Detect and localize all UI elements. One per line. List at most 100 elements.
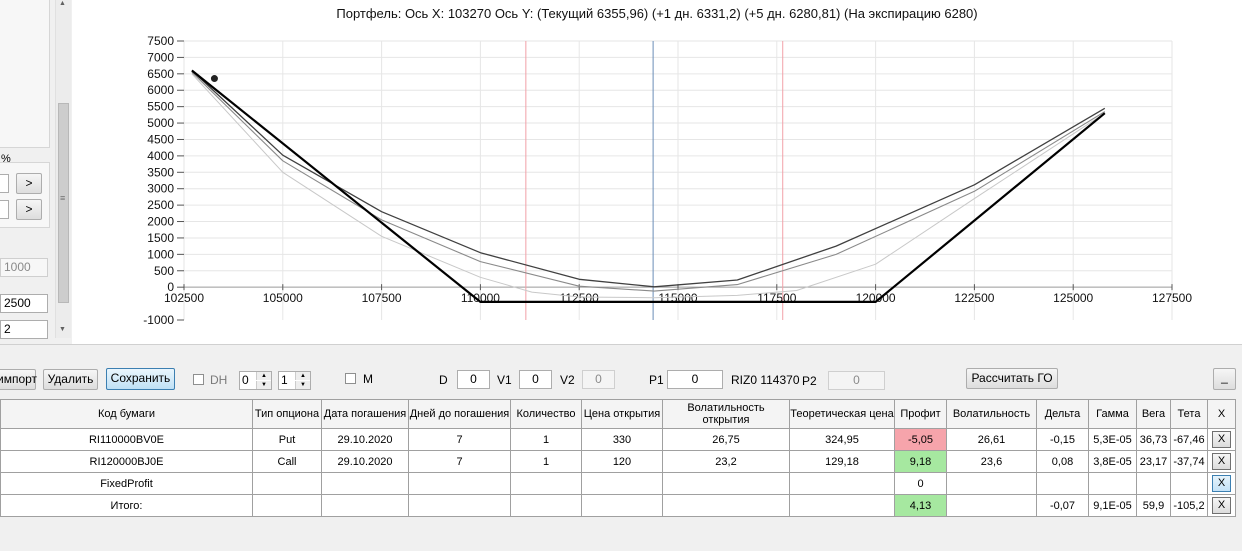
cell-vol[interactable]: 26,61: [946, 428, 1037, 451]
y-tick-label: 1500: [147, 231, 174, 245]
cell-code: Итого:: [0, 494, 253, 517]
header-days-to-expiry[interactable]: Дней до погашения: [408, 399, 511, 429]
scroll-up-arrow-icon[interactable]: ▲: [59, 0, 66, 7]
y-tick-label: 4000: [147, 149, 174, 163]
p1-field[interactable]: 0: [667, 370, 723, 389]
remove-row-button[interactable]: X: [1212, 431, 1231, 448]
cell-delta[interactable]: 0,08: [1036, 450, 1089, 473]
position-marker: [210, 75, 218, 83]
cell-theor[interactable]: 129,18: [789, 450, 895, 473]
remove-row-button[interactable]: X: [1212, 497, 1231, 514]
spin-up-icon[interactable]: ▲: [295, 372, 310, 380]
cell-type[interactable]: Put: [252, 428, 322, 451]
value-2-field[interactable]: 2: [0, 320, 48, 339]
cell-qty[interactable]: 1: [510, 450, 582, 473]
cell-delta[interactable]: -0,15: [1036, 428, 1089, 451]
splitter[interactable]: [0, 344, 1242, 345]
left-input-1[interactable]: [0, 174, 9, 193]
header-vega[interactable]: Вега: [1136, 399, 1171, 429]
header-code[interactable]: Код бумаги: [0, 399, 253, 429]
left-input-2[interactable]: [0, 200, 9, 219]
dh-checkbox[interactable]: [193, 374, 204, 385]
y-tick-label: 6500: [147, 67, 174, 81]
next-button-1[interactable]: >: [16, 173, 42, 194]
total-row[interactable]: Итого: 4,13 -0,07 9,1E-05 59,9 -105,2 X: [0, 494, 1236, 517]
y-tick-label: 4500: [147, 132, 174, 146]
next-button-2[interactable]: >: [16, 199, 42, 220]
cell-vega[interactable]: 36,73: [1136, 428, 1171, 451]
cell-date[interactable]: 29.10.2020: [321, 450, 409, 473]
header-gamma[interactable]: Гамма: [1088, 399, 1137, 429]
scrollbar-thumb[interactable]: ≡: [58, 103, 69, 303]
header-x: X: [1207, 399, 1236, 429]
header-volatility[interactable]: Волатильность: [946, 399, 1037, 429]
m-checkbox[interactable]: [345, 373, 356, 384]
grid-empty-area: [0, 517, 1242, 551]
minimize-button[interactable]: _: [1213, 368, 1236, 390]
cell-vega[interactable]: 23,17: [1136, 450, 1171, 473]
cell-profit[interactable]: -5,05: [894, 428, 947, 451]
spin-down-icon[interactable]: ▼: [295, 381, 310, 389]
cell-days[interactable]: 7: [408, 450, 511, 473]
fixed-profit-row[interactable]: FixedProfit 0 X: [0, 472, 1236, 495]
remove-row-button[interactable]: X: [1212, 475, 1231, 492]
cell-profit[interactable]: 9,18: [894, 450, 947, 473]
delete-button[interactable]: Удалить: [43, 369, 98, 390]
header-profit[interactable]: Профит: [894, 399, 947, 429]
d-field[interactable]: 0: [457, 370, 490, 389]
header-quantity[interactable]: Количество: [510, 399, 582, 429]
cell-type[interactable]: Call: [252, 450, 322, 473]
remove-row-button[interactable]: X: [1212, 453, 1231, 470]
table-row[interactable]: RI110000BV0E Put 29.10.2020 7 1 330 26,7…: [0, 428, 1236, 451]
y-tick-label: 2000: [147, 215, 174, 229]
header-theta[interactable]: Тета: [1170, 399, 1208, 429]
cell-theta[interactable]: -67,46: [1170, 428, 1208, 451]
v2-field[interactable]: 0: [582, 370, 615, 389]
table-row[interactable]: RI120000BJ0E Call 29.10.2020 7 1 120 23,…: [0, 450, 1236, 473]
dh-spin-1[interactable]: 0 ▲ ▼: [239, 371, 272, 390]
left-panel-scrollbar[interactable]: ▲ ≡ ▼: [55, 0, 71, 338]
cell-vol[interactable]: 23,6: [946, 450, 1037, 473]
y-tick-label: 1000: [147, 247, 174, 261]
header-delta[interactable]: Дельта: [1036, 399, 1089, 429]
header-theoretical-price[interactable]: Теоретическая цена: [789, 399, 895, 429]
import-button[interactable]: импорт: [0, 369, 37, 390]
cell-remove: X: [1207, 450, 1236, 473]
header-option-type[interactable]: Тип опциона: [252, 399, 322, 429]
cell-vega: 59,9: [1136, 494, 1171, 517]
cell-days[interactable]: 7: [408, 428, 511, 451]
p2-field[interactable]: 0: [828, 371, 885, 390]
spin-down-icon[interactable]: ▼: [256, 381, 271, 389]
calculate-go-button[interactable]: Рассчитать ГО: [966, 368, 1058, 389]
value-2500-field[interactable]: 2500: [0, 294, 48, 313]
cell-code[interactable]: FixedProfit: [0, 472, 253, 495]
header-open-volatility[interactable]: Волатильность открытия: [662, 399, 790, 429]
y-tick-label: 500: [154, 264, 174, 278]
cell-theta: -105,2: [1170, 494, 1208, 517]
v2-label: V2: [560, 373, 575, 387]
cell-code[interactable]: RI110000BV0E: [0, 428, 253, 451]
v1-field[interactable]: 0: [519, 370, 552, 389]
cell-theor[interactable]: 324,95: [789, 428, 895, 451]
cell-gamma[interactable]: 5,3E-05: [1088, 428, 1137, 451]
cell-profit[interactable]: 0: [894, 472, 947, 495]
header-open-price[interactable]: Цена открытия: [581, 399, 663, 429]
header-expiry-date[interactable]: Дата погашения: [321, 399, 409, 429]
cell-delta: -0,07: [1036, 494, 1089, 517]
chart-series: [191, 69, 1106, 303]
cell-vol-open[interactable]: 26,75: [662, 428, 790, 451]
y-tick-label: -1000: [143, 313, 174, 327]
cell-theta[interactable]: -37,74: [1170, 450, 1208, 473]
spin-up-icon[interactable]: ▲: [256, 372, 271, 380]
cell-price[interactable]: 120: [581, 450, 663, 473]
cell-gamma[interactable]: 3,8E-05: [1088, 450, 1137, 473]
save-button[interactable]: Сохранить: [106, 368, 175, 390]
scroll-down-arrow-icon[interactable]: ▼: [59, 326, 66, 333]
cell-code[interactable]: RI120000BJ0E: [0, 450, 253, 473]
cell-qty[interactable]: 1: [510, 428, 582, 451]
y-tick-label: 6000: [147, 83, 174, 97]
cell-vol-open[interactable]: 23,2: [662, 450, 790, 473]
dh-spin-2[interactable]: 1 ▲ ▼: [278, 371, 311, 390]
cell-price[interactable]: 330: [581, 428, 663, 451]
cell-date[interactable]: 29.10.2020: [321, 428, 409, 451]
